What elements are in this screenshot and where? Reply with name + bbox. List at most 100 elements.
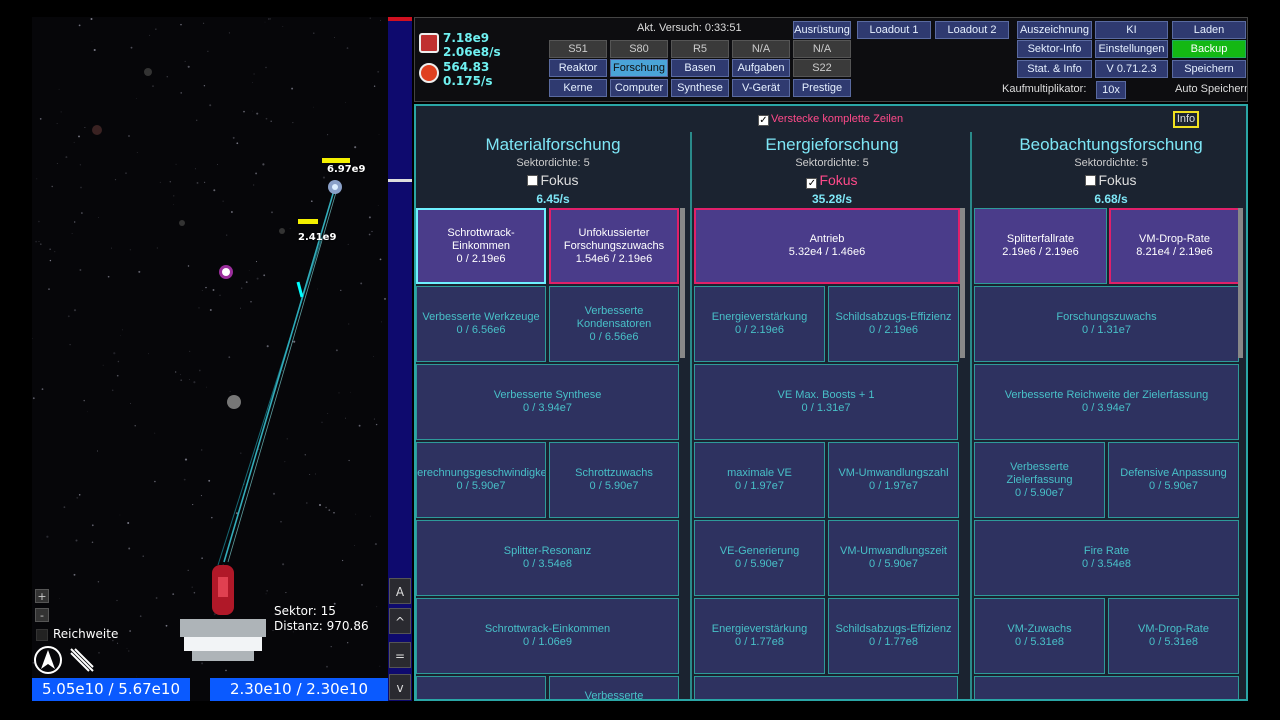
speichern-button[interactable]: Speichern — [1172, 60, 1246, 78]
star — [154, 432, 156, 434]
tab-basen[interactable]: Basen — [671, 59, 729, 77]
grid-button[interactable]: S22 — [793, 59, 851, 77]
side-button-up[interactable]: ^ — [389, 608, 411, 634]
focus-toggle[interactable]: Fokus — [974, 172, 1246, 188]
star — [280, 521, 282, 523]
column-scrollbar[interactable] — [680, 208, 685, 358]
side-button-a[interactable]: A — [389, 578, 411, 604]
zoom-in-button[interactable]: + — [35, 589, 49, 603]
tab-v-geraet[interactable]: V-Gerät — [732, 79, 790, 97]
research-card[interactable]: Splitterfallrate 2.19e6 / 2.19e6 — [974, 208, 1107, 284]
research-card[interactable]: Verbesserte Zielerfassung 0 / 5.90e7 — [974, 442, 1105, 518]
top-panel: 7.18e9 2.06e8/s 564.83 0.175/s Akt. Vers… — [414, 17, 1248, 102]
einstellungen-button[interactable]: Einstellungen — [1095, 40, 1168, 58]
research-card[interactable]: Verbesserte — [549, 676, 679, 699]
game-viewport[interactable]: 6.97e9 2.41e9 Sektor: 15 Distanz: 970.86… — [32, 17, 388, 701]
star — [98, 652, 100, 654]
grid-button[interactable]: S80 — [610, 40, 668, 58]
research-card[interactable]: maximale VE 0 / 1.97e7 — [694, 442, 825, 518]
auszeichnung-button[interactable]: Auszeichnung — [1017, 21, 1092, 39]
laden-button[interactable]: Laden — [1172, 21, 1246, 39]
star — [271, 211, 273, 214]
ki-button[interactable]: KI — [1095, 21, 1168, 39]
zoom-out-button[interactable]: - — [35, 608, 49, 622]
research-card[interactable]: Verbesserte Kondensatoren 0 / 6.56e6 — [549, 286, 679, 362]
research-card[interactable]: VE Max. Boosts + 10 / 1.31e7 — [694, 364, 958, 440]
tab-forschung[interactable]: Forschung — [610, 59, 668, 77]
research-card[interactable]: Forschungszuwachs 0 / 1.31e7 — [974, 286, 1239, 362]
column-scrollbar[interactable] — [1238, 208, 1243, 358]
focus-toggle[interactable]: Fokus — [416, 172, 690, 188]
research-card[interactable]: Schildsabzugs-Effizienz 0 / 2.19e6 — [828, 286, 959, 362]
hide-complete-rows[interactable]: ✓ Verstecke komplette Zeilen — [758, 113, 903, 126]
research-card[interactable]: Berechnungsgeschwindigkeit 0 / 5.90e7 — [416, 442, 546, 518]
fleet-icon[interactable] — [33, 645, 63, 675]
star — [258, 448, 260, 450]
research-card[interactable]: Splitter-Resonanz 0 / 3.54e8 — [416, 520, 679, 596]
star — [206, 386, 207, 388]
reach-toggle[interactable] — [36, 629, 48, 641]
column-scrollbar[interactable] — [960, 208, 965, 358]
research-card[interactable]: Verbesserte Reichweite der Zielerfassung… — [974, 364, 1239, 440]
tab-computer[interactable]: Computer — [610, 79, 668, 97]
research-card[interactable]: Schrottzuwachs 0 / 5.90e7 — [549, 442, 679, 518]
tab-kerne[interactable]: Kerne — [549, 79, 607, 97]
focus-checkbox[interactable] — [1085, 175, 1097, 186]
research-card[interactable]: Schrottwrack-Einkommen 0 / 2.19e6 — [416, 208, 546, 284]
star — [325, 506, 327, 509]
research-card[interactable]: Unfokussierter Forschungszuwachs 1.54e6 /… — [549, 208, 679, 284]
loadout-1-button[interactable]: Loadout 1 — [857, 21, 931, 39]
stat-info-button[interactable]: Stat. & Info — [1017, 60, 1092, 78]
research-card[interactable]: Verbesserte Synthese 0 / 3.94e7 — [416, 364, 679, 440]
star — [46, 535, 49, 538]
research-card[interactable]: Antrieb 5.32e4 / 1.46e6 — [694, 208, 960, 284]
research-card[interactable]: VM-Umwandlungszeit 0 / 5.90e7 — [828, 520, 959, 596]
strip-top-marker — [388, 17, 412, 21]
side-button-equal[interactable]: = — [389, 642, 411, 668]
grid-button[interactable]: N/A — [793, 40, 851, 58]
sektor-info-button[interactable]: Sektor-Info — [1017, 40, 1092, 58]
side-button-down[interactable]: v — [389, 674, 411, 700]
backup-button[interactable]: Backup — [1172, 40, 1246, 58]
research-card[interactable]: Fire Rate 0 / 3.54e8 — [974, 520, 1239, 596]
star — [129, 249, 131, 251]
research-card[interactable]: VM-Drop-Rate 0 / 5.31e8 — [1108, 598, 1239, 674]
research-card[interactable]: Schrottwrack-Einkommen 0 / 1.06e9 — [416, 598, 679, 674]
focus-checkbox[interactable]: ✓ — [806, 178, 818, 189]
star — [232, 136, 235, 139]
tab-prestige[interactable]: Prestige — [793, 79, 851, 97]
research-card[interactable]: Verbesserte Werkzeuge 0 / 6.56e6 — [416, 286, 546, 362]
kauf-multiplier-button[interactable]: 10x — [1096, 81, 1126, 99]
research-name: Verbesserte Werkzeuge — [422, 311, 540, 323]
research-card[interactable]: Energieverstärkung 0 / 2.19e6 — [694, 286, 825, 362]
research-card[interactable]: VM-Zuwachs 0 / 5.31e8 — [974, 598, 1105, 674]
research-card[interactable]: VM-Drop-Rate 8.21e4 / 2.19e6 — [1109, 208, 1240, 284]
research-card[interactable]: Energieverstärkung 0 / 1.77e8 — [694, 598, 825, 674]
tab-synthese[interactable]: Synthese — [671, 79, 729, 97]
research-card[interactable]: VE-Generierung 0 / 5.90e7 — [694, 520, 825, 596]
info-button[interactable]: Info — [1173, 111, 1199, 128]
auto-save-label[interactable]: Auto Speichern — [1175, 83, 1247, 95]
ausruestung-button[interactable]: Ausrüstung — [793, 21, 851, 39]
weapon-icon[interactable] — [67, 645, 97, 675]
grid-button[interactable]: R5 — [671, 40, 729, 58]
tab-reaktor[interactable]: Reaktor — [549, 59, 607, 77]
star — [180, 379, 183, 382]
research-card[interactable] — [416, 676, 546, 699]
research-card[interactable] — [974, 676, 1239, 699]
focus-toggle[interactable]: ✓ Fokus — [694, 172, 970, 189]
research-progress: 2.19e6 / 2.19e6 — [1002, 246, 1079, 258]
research-column: Materialforschung Sektordichte: 5 Fokus 6.4… — [416, 132, 690, 699]
grid-button[interactable]: N/A — [732, 40, 790, 58]
loadout-2-button[interactable]: Loadout 2 — [935, 21, 1009, 39]
star — [318, 503, 322, 507]
research-card[interactable]: Defensive Anpassung 0 / 5.90e7 — [1108, 442, 1239, 518]
version-button[interactable]: V 0.71.2.3 — [1095, 60, 1168, 78]
grid-button[interactable]: S51 — [549, 40, 607, 58]
hide-rows-checkbox[interactable]: ✓ — [758, 115, 769, 126]
focus-checkbox[interactable] — [527, 175, 539, 186]
research-card[interactable]: Schildsabzugs-Effizienz 0 / 1.77e8 — [828, 598, 959, 674]
research-card[interactable] — [694, 676, 958, 699]
research-card[interactable]: VM-Umwandlungszahl 0 / 1.97e7 — [828, 442, 959, 518]
tab-aufgaben[interactable]: Aufgaben — [732, 59, 790, 77]
